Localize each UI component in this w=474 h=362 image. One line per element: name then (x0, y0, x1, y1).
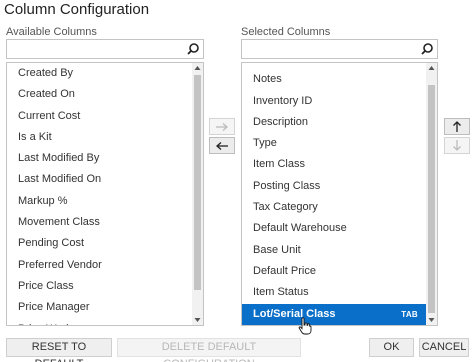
selected-scrollbar[interactable] (426, 63, 437, 325)
dialog-title: Column Configuration (4, 1, 150, 18)
move-up-button[interactable] (444, 118, 470, 135)
list-item-label: Default Warehouse (253, 222, 347, 235)
list-item[interactable]: Last Modified By (7, 148, 192, 169)
arrow-up-icon (453, 121, 461, 132)
list-item[interactable]: Lot/Serial Class TAB (242, 303, 426, 325)
list-item[interactable]: Base Unit (242, 240, 426, 261)
list-item[interactable]: Price Workgroup (7, 319, 192, 325)
available-columns-label: Available Columns (6, 26, 97, 38)
arrow-right-icon (216, 122, 228, 131)
list-item[interactable]: Preferred Vendor (7, 255, 192, 276)
list-item-label: Price Class (18, 279, 74, 292)
list-item-label: Lot/Serial Class (253, 307, 336, 320)
selected-columns-label: Selected Columns (241, 26, 331, 38)
list-item-label: Last Modified On (18, 173, 102, 186)
list-item[interactable]: Markup % (7, 191, 192, 212)
list-item-label: Item Status (253, 286, 309, 299)
list-item-label: Tax Category (253, 201, 318, 214)
list-item[interactable]: Description (242, 112, 426, 133)
list-item-label: Price Manager (18, 301, 90, 314)
tab-badge: TAB (401, 309, 418, 319)
list-item-label: Inventory ID (253, 94, 313, 107)
move-right-button[interactable] (209, 118, 235, 135)
list-item[interactable]: Price Class (7, 276, 192, 297)
available-scrollbar-thumb[interactable] (194, 75, 201, 290)
list-item-label: Markup % (18, 194, 68, 207)
available-columns-list[interactable]: Created By Created On Current Cost Is a Kit… (6, 62, 204, 326)
list-item-label: Price (253, 63, 278, 64)
list-item[interactable]: Pending Cost (7, 233, 192, 254)
list-item[interactable]: Notes (242, 69, 426, 90)
list-item[interactable]: Last Modified On (7, 169, 192, 190)
available-scrollbar[interactable] (192, 63, 203, 325)
list-item-label: Price Workgroup (18, 323, 100, 325)
list-item-label: Created On (18, 88, 75, 101)
list-item-label: Notes (253, 73, 282, 86)
list-item[interactable]: Default Warehouse (242, 218, 426, 239)
available-search-input[interactable] (6, 39, 204, 59)
list-item[interactable]: Movement Class (7, 212, 192, 233)
delete-default-configuration-button[interactable]: DELETE DEFAULT CONFIGURATION (117, 338, 301, 362)
list-item-label: Last Modified By (18, 152, 100, 165)
list-item-label: Type (253, 137, 277, 150)
list-item[interactable]: Created On (7, 84, 192, 105)
ok-button[interactable]: OK (369, 338, 414, 357)
list-item-label: Base Unit (253, 243, 301, 256)
list-item-label: Posting Class (253, 179, 321, 192)
move-left-button[interactable] (209, 137, 235, 154)
list-item[interactable]: Default Price (242, 261, 426, 282)
list-item-label: Pending Cost (18, 237, 85, 250)
list-item-label: Item Class (253, 158, 305, 171)
scroll-down-arrow-icon[interactable] (194, 316, 201, 323)
list-item-label: Movement Class (18, 216, 100, 229)
list-item-label: Current Cost (18, 109, 81, 122)
list-item[interactable]: Tax Category (242, 197, 426, 218)
move-down-button[interactable] (444, 137, 470, 154)
list-item[interactable]: Inventory ID (242, 91, 426, 112)
list-item[interactable]: Item Status (242, 282, 426, 303)
list-item[interactable]: Price Manager (7, 297, 192, 318)
list-item[interactable]: Item Class (242, 154, 426, 175)
list-item[interactable]: Current Cost (7, 106, 192, 127)
list-item[interactable]: Price (242, 63, 426, 69)
selected-columns-list[interactable]: Price Notes Inventory ID Description Type Ite… (241, 62, 438, 326)
list-item-label: Is a Kit (18, 130, 52, 143)
hand-pointer-icon (298, 317, 312, 335)
selected-search-input[interactable] (241, 39, 438, 59)
scroll-up-arrow-icon[interactable] (194, 65, 201, 72)
list-item[interactable]: Created By (7, 63, 192, 84)
list-item-label: Created By (18, 67, 74, 79)
list-item-label: Preferred Vendor (18, 258, 102, 271)
cancel-button[interactable]: CANCEL (419, 338, 469, 357)
scroll-up-arrow-icon[interactable] (428, 65, 435, 72)
list-item[interactable]: Is a Kit (7, 127, 192, 148)
search-icon[interactable] (420, 42, 434, 56)
scroll-down-arrow-icon[interactable] (428, 316, 435, 323)
search-icon[interactable] (186, 42, 200, 56)
arrow-left-icon (216, 141, 228, 150)
selected-scrollbar-thumb[interactable] (428, 85, 435, 313)
list-item-label: Description (253, 115, 309, 128)
list-item-label: Default Price (253, 264, 316, 277)
arrow-down-icon (453, 140, 461, 151)
reset-to-default-button[interactable]: RESET TO DEFAULT (6, 338, 112, 362)
list-item[interactable]: Type (242, 133, 426, 154)
list-item[interactable]: Posting Class (242, 176, 426, 197)
